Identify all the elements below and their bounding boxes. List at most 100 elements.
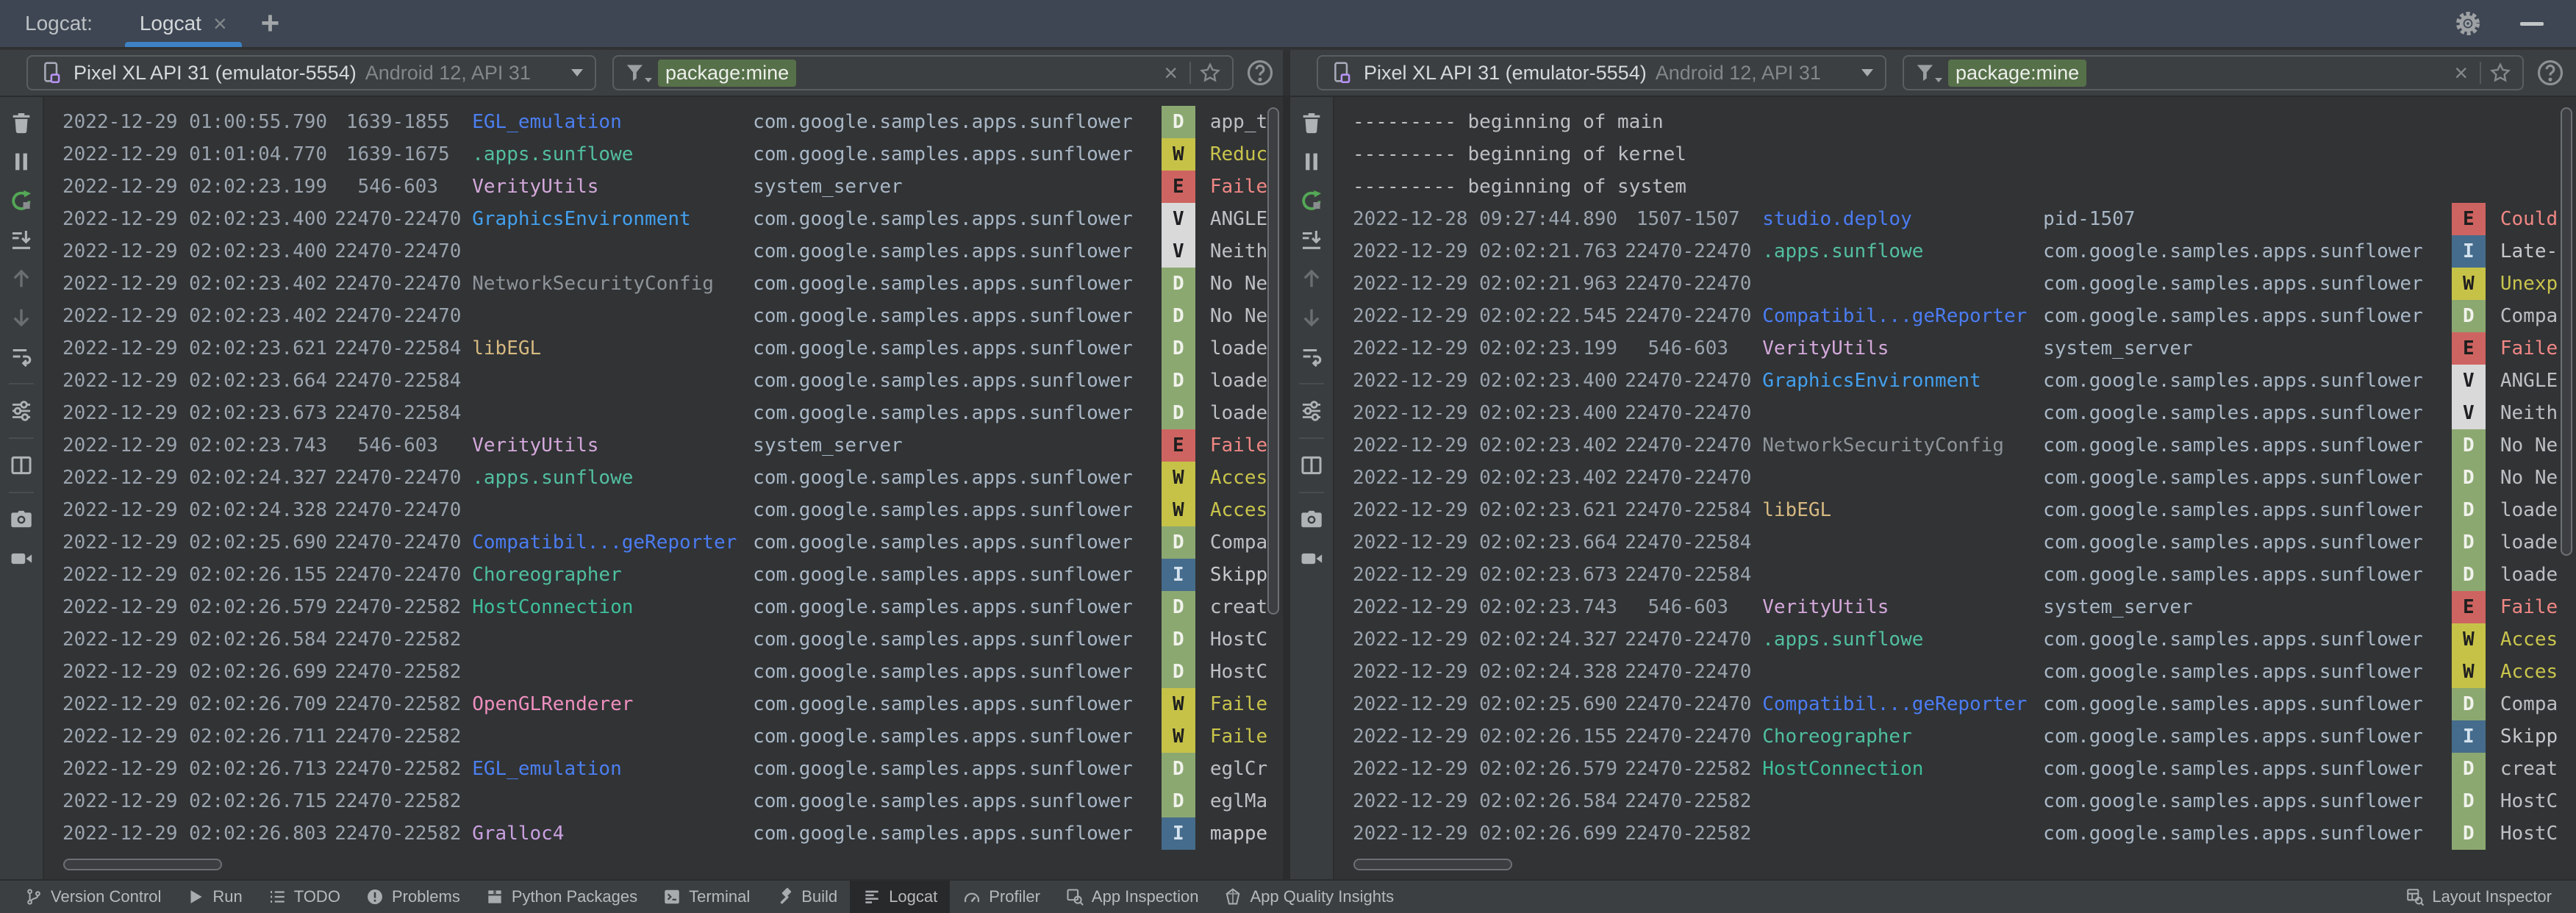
log-row[interactable]: 2022-12-29 02:02:24.328 22470-22470 com.go… (46, 494, 1283, 526)
split-panels-button[interactable] (1298, 451, 1325, 479)
log-row[interactable]: 2022-12-29 02:02:26.579 22470-22582 HostCo… (46, 591, 1283, 623)
previous-occurrence-button[interactable] (1298, 265, 1325, 293)
statusbar-item-app-inspection[interactable]: App Inspection (1053, 881, 1212, 913)
soft-wrap-button[interactable] (1298, 343, 1325, 370)
log-row[interactable]: 2022-12-29 02:02:23.199 546-603 VerityUtil… (1336, 332, 2576, 365)
log-row[interactable]: --------- beginning of main (1336, 106, 2576, 138)
log-view-right[interactable]: --------- beginning of main --------- beg… (1336, 97, 2576, 879)
log-row[interactable]: 2022-12-29 02:02:26.155 22470-22470 Choreo… (1336, 720, 2576, 753)
statusbar-item-build[interactable]: Build (762, 881, 850, 913)
filter-input[interactable]: package:mine × (612, 55, 1234, 90)
log-row[interactable]: 2022-12-29 02:02:21.963 22470-22470 com.go… (1336, 268, 2576, 300)
pause-logcat-button[interactable] (1298, 148, 1325, 176)
next-occurrence-button[interactable] (7, 304, 35, 332)
log-row[interactable]: 2022-12-29 02:02:23.621 22470-22584 libEGL… (46, 332, 1283, 365)
filter-input[interactable]: package:mine × (1903, 55, 2524, 90)
log-row[interactable]: 2022-12-29 02:02:23.402 22470-22470 Networ… (1336, 429, 2576, 462)
horizontal-scrollbar[interactable] (63, 859, 222, 870)
clear-filter-icon[interactable]: × (1159, 61, 1182, 85)
log-row[interactable]: 2022-12-29 02:02:26.579 22470-22582 HostCo… (1336, 753, 2576, 785)
filter-token[interactable]: package:mine (658, 59, 797, 87)
log-row[interactable]: 2022-12-29 02:02:26.155 22470-22470 Choreo… (46, 559, 1283, 591)
statusbar-item-run[interactable]: Run (173, 881, 254, 913)
log-row[interactable]: 2022-12-29 02:02:26.584 22470-22582 com.go… (1336, 785, 2576, 817)
log-row[interactable]: 2022-12-29 02:02:26.699 22470-22582 com.go… (46, 656, 1283, 688)
restart-logcat-button[interactable] (1298, 187, 1325, 215)
help-icon[interactable] (1245, 58, 1275, 87)
log-row[interactable]: 2022-12-29 02:02:21.763 22470-22470 .apps.… (1336, 235, 2576, 268)
device-selector[interactable]: Pixel XL API 31 (emulator-5554) Android … (26, 55, 596, 90)
statusbar-item-profiler[interactable]: Profiler (950, 881, 1053, 913)
log-row[interactable]: 2022-12-29 02:02:23.673 22470-22584 com.go… (46, 397, 1283, 429)
tab-close-icon[interactable]: × (213, 12, 227, 35)
favorite-star-icon[interactable] (2489, 61, 2512, 85)
log-row[interactable]: 2022-12-29 01:01:04.770 1639-1675 .apps.su… (46, 138, 1283, 171)
device-selector[interactable]: Pixel XL API 31 (emulator-5554) Android … (1317, 55, 1886, 90)
split-panels-button[interactable] (7, 451, 35, 479)
log-row[interactable]: 2022-12-29 02:02:23.743 546-603 VerityUtil… (46, 429, 1283, 462)
log-row[interactable]: 2022-12-29 02:02:23.402 22470-22470 com.go… (1336, 462, 2576, 494)
vertical-scrollbar[interactable] (2561, 107, 2572, 556)
log-row[interactable]: 2022-12-29 02:02:23.400 22470-22470 com.go… (46, 235, 1283, 268)
pause-logcat-button[interactable] (7, 148, 35, 176)
help-icon[interactable] (2536, 58, 2565, 87)
log-row[interactable]: 2022-12-29 02:02:23.402 22470-22470 com.go… (46, 300, 1283, 332)
log-row[interactable]: 2022-12-29 02:02:22.545 22470-22470 Compat… (1336, 300, 2576, 332)
log-row[interactable]: 2022-12-29 02:02:26.709 22470-22582 OpenGL… (46, 688, 1283, 720)
filter-token[interactable]: package:mine (1948, 59, 2087, 87)
log-row[interactable]: 2022-12-29 02:02:26.699 22470-22582 com.go… (1336, 817, 2576, 850)
scroll-to-end-button[interactable] (1298, 226, 1325, 254)
log-row[interactable]: 2022-12-29 01:00:55.790 1639-1855 EGL_emul… (46, 106, 1283, 138)
take-screenshot-button[interactable] (1298, 506, 1325, 534)
log-row[interactable]: 2022-12-28 09:27:44.890 1507-1507 studio.d… (1336, 203, 2576, 235)
record-screen-button[interactable] (1298, 545, 1325, 573)
log-row[interactable]: 2022-12-29 02:02:23.400 22470-22470 Graphi… (46, 203, 1283, 235)
log-row[interactable]: --------- beginning of kernel (1336, 138, 2576, 171)
log-row[interactable]: 2022-12-29 02:02:23.621 22470-22584 libEGL… (1336, 494, 2576, 526)
log-row[interactable]: 2022-12-29 02:02:24.327 22470-22470 .apps.… (1336, 623, 2576, 656)
log-row[interactable]: 2022-12-29 02:02:26.584 22470-22582 com.go… (46, 623, 1283, 656)
minimize-icon[interactable] (2520, 21, 2544, 26)
filter-funnel-icon[interactable] (1914, 62, 1942, 84)
statusbar-item-app-quality-insights[interactable]: App Quality Insights (1211, 881, 1406, 913)
log-row[interactable]: 2022-12-29 02:02:23.673 22470-22584 com.go… (1336, 559, 2576, 591)
add-tab-button[interactable]: + (261, 7, 280, 40)
statusbar-item-python-packages[interactable]: Python Packages (473, 881, 650, 913)
take-screenshot-button[interactable] (7, 506, 35, 534)
log-row[interactable]: 2022-12-29 02:02:23.664 22470-22584 com.go… (46, 365, 1283, 397)
log-row[interactable]: 2022-12-29 02:02:26.711 22470-22582 com.go… (46, 720, 1283, 753)
clear-filter-icon[interactable]: × (2450, 61, 2472, 85)
filter-funnel-icon[interactable] (624, 62, 652, 84)
statusbar-item-layout-inspector[interactable]: Layout Inspector (2393, 881, 2564, 913)
log-row[interactable]: 2022-12-29 02:02:23.400 22470-22470 com.go… (1336, 397, 2576, 429)
log-row[interactable]: 2022-12-29 02:02:25.690 22470-22470 Compat… (46, 526, 1283, 559)
record-screen-button[interactable] (7, 545, 35, 573)
log-row[interactable]: 2022-12-29 02:02:23.664 22470-22584 com.go… (1336, 526, 2576, 559)
scroll-to-end-button[interactable] (7, 226, 35, 254)
horizontal-scrollbar[interactable] (1353, 859, 1512, 870)
previous-occurrence-button[interactable] (7, 265, 35, 293)
log-row[interactable]: 2022-12-29 02:02:26.713 22470-22582 EGL_em… (46, 753, 1283, 785)
log-view-left[interactable]: 2022-12-29 01:00:55.790 1639-1855 EGL_emul… (46, 97, 1283, 879)
favorite-star-icon[interactable] (1198, 61, 1222, 85)
clear-logcat-button[interactable] (7, 109, 35, 137)
log-row[interactable]: --------- beginning of system (1336, 171, 2576, 203)
statusbar-item-problems[interactable]: Problems (353, 881, 473, 913)
gear-icon[interactable] (2454, 10, 2482, 37)
statusbar-item-version-control[interactable]: Version Control (12, 881, 173, 913)
vertical-scrollbar[interactable] (1267, 107, 1279, 615)
log-row[interactable]: 2022-12-29 02:02:23.400 22470-22470 Graphi… (1336, 365, 2576, 397)
log-row[interactable]: 2022-12-29 02:02:26.803 22470-22582 Grallo… (46, 817, 1283, 850)
log-row[interactable]: 2022-12-29 02:02:24.328 22470-22470 com.go… (1336, 656, 2576, 688)
configure-logcat-button[interactable] (1298, 397, 1325, 425)
configure-logcat-button[interactable] (7, 397, 35, 425)
log-row[interactable]: 2022-12-29 02:02:23.743 546-603 VerityUtil… (1336, 591, 2576, 623)
tab-logcat[interactable]: Logcat × (122, 0, 245, 47)
statusbar-item-terminal[interactable]: Terminal (650, 881, 762, 913)
statusbar-item-todo[interactable]: TODO (255, 881, 353, 913)
log-row[interactable]: 2022-12-29 02:02:26.715 22470-22582 com.go… (46, 785, 1283, 817)
next-occurrence-button[interactable] (1298, 304, 1325, 332)
statusbar-item-logcat[interactable]: Logcat (850, 881, 951, 913)
clear-logcat-button[interactable] (1298, 109, 1325, 137)
soft-wrap-button[interactable] (7, 343, 35, 370)
